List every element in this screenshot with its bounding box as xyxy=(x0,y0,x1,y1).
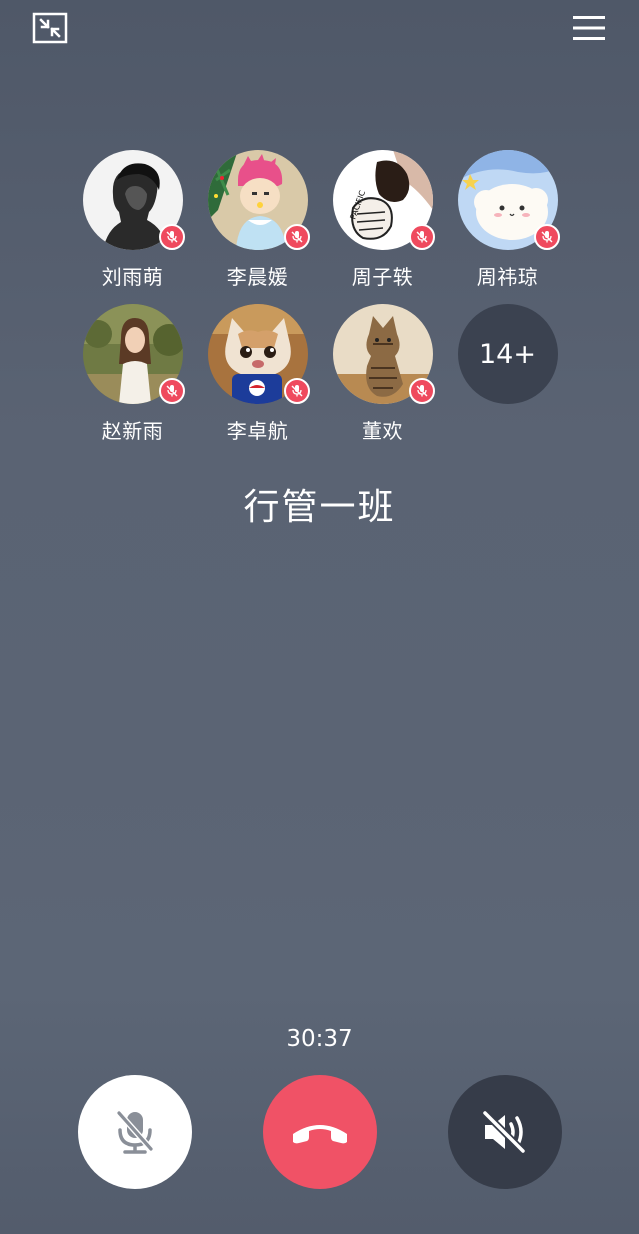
participant[interactable]: 赵新雨 xyxy=(70,304,195,442)
hang-up-button[interactable] xyxy=(263,1075,377,1189)
mic-off-icon xyxy=(291,231,302,243)
participant[interactable]: 李晨媛 xyxy=(195,150,320,288)
menu-button[interactable] xyxy=(567,8,611,48)
mic-muted-badge xyxy=(533,224,560,250)
mic-muted-badge xyxy=(158,224,185,250)
more-participants-count[interactable]: 14+ xyxy=(457,304,558,404)
call-title: 行管一班 xyxy=(243,487,396,528)
participant-name: 周祎琼 xyxy=(476,265,539,289)
phone-hangup-icon xyxy=(293,1125,347,1144)
speaker-off-icon xyxy=(481,1109,527,1155)
mic-off-icon xyxy=(541,231,552,243)
mic-off-icon xyxy=(116,1110,154,1154)
participant-name: 赵新雨 xyxy=(101,419,164,443)
participant[interactable]: PACIFIC 周子轶 xyxy=(320,150,445,288)
speaker-toggle-button[interactable] xyxy=(448,1075,562,1189)
mic-muted-badge xyxy=(158,378,185,404)
participant-name: 刘雨萌 xyxy=(101,265,164,289)
participant-name: 周子轶 xyxy=(351,265,414,289)
mic-muted-badge xyxy=(283,378,310,404)
participant[interactable]: 李卓航 xyxy=(195,304,320,442)
mic-off-icon xyxy=(416,385,427,397)
mic-toggle-button[interactable] xyxy=(78,1075,192,1189)
more-participants[interactable]: 14+ xyxy=(445,304,570,442)
call-timer: 30:37 xyxy=(286,1026,353,1052)
participant-name: 李晨媛 xyxy=(226,265,289,289)
mic-off-icon xyxy=(291,385,302,397)
participant[interactable]: 董欢 xyxy=(320,304,445,442)
participant[interactable]: 刘雨萌 xyxy=(70,150,195,288)
mic-muted-badge xyxy=(408,378,435,404)
mic-muted-badge xyxy=(408,224,435,250)
participant-name: 李卓航 xyxy=(226,419,289,443)
mic-off-icon xyxy=(416,231,427,243)
mic-muted-badge xyxy=(283,224,310,250)
minimize-button[interactable] xyxy=(28,8,72,48)
mic-off-icon xyxy=(166,385,177,397)
participant-name: 董欢 xyxy=(362,419,403,443)
minimize-icon xyxy=(32,12,68,44)
participants-grid: 刘雨萌 李晨媛 PACIFIC 周子轶 周祎琼 赵新雨 李卓航 董欢 14+ xyxy=(70,150,570,442)
menu-icon xyxy=(573,16,605,40)
mic-off-icon xyxy=(166,231,177,243)
participant[interactable]: 周祎琼 xyxy=(445,150,570,288)
